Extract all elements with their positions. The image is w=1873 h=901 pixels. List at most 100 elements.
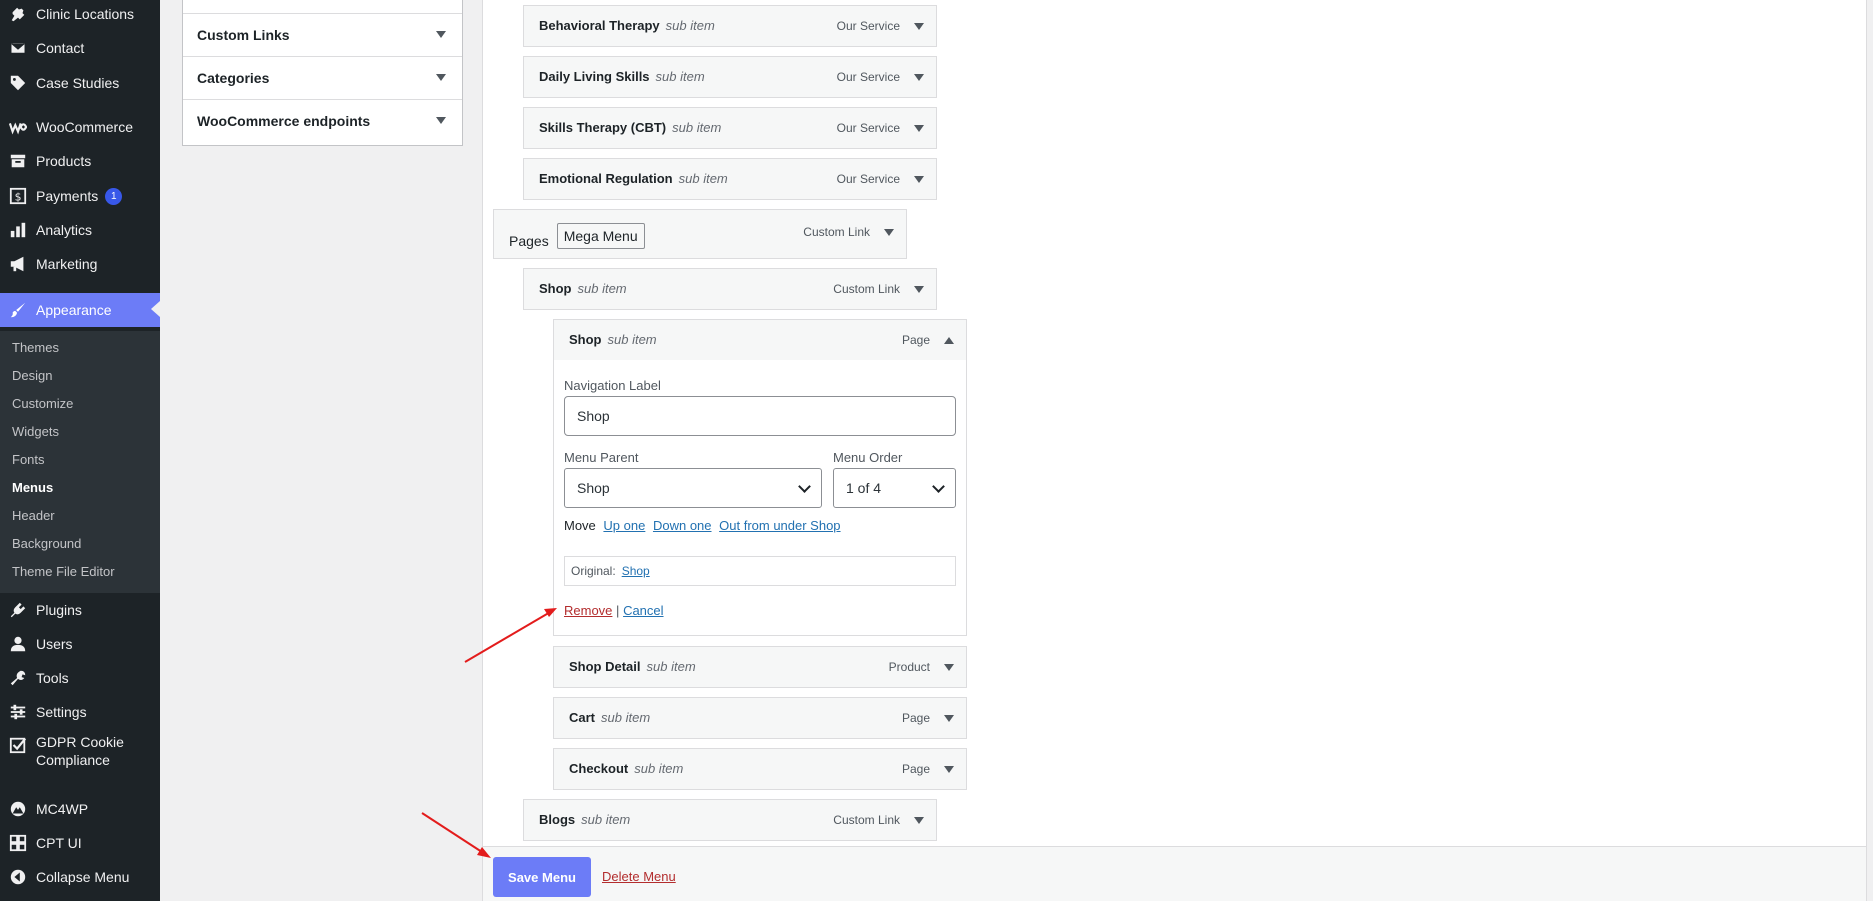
sidebar-item-label: Clinic Locations [36,6,135,22]
caret-down-icon[interactable] [914,817,924,824]
submenu-menus[interactable]: Menus [12,480,53,495]
submenu-widgets[interactable]: Widgets [12,424,59,439]
submenu-themes[interactable]: Themes [12,340,59,355]
accordion-custom-links[interactable]: Custom Links [183,13,462,56]
caret-down-icon[interactable] [914,176,924,183]
menu-item-subtitle: sub item [577,281,627,296]
sidebar-item-label: Case Studies [36,75,120,91]
menu-item-settings: Navigation Label Shop Menu Parent Shop M… [553,360,967,636]
menu-item-title: Blogs [539,812,576,827]
sidebar-item-cpt-ui[interactable]: CPT UI [0,827,160,859]
submenu-header[interactable]: Header [12,508,55,523]
menu-parent-label: Menu Parent [564,450,639,465]
sidebar-item-label: Marketing [36,256,98,272]
remove-link[interactable]: Remove [564,603,612,618]
original-link[interactable]: Shop [622,564,650,578]
admin-sidebar: Clinic Locations Contact Case Studies Wo… [0,0,160,901]
menu-item-type: Custom Link [833,282,900,296]
move-down-one-link[interactable]: Down one [653,518,712,533]
caret-down-icon[interactable] [944,664,954,671]
menu-item-pages[interactable]: Pages Mega Menu Custom Link [493,209,907,259]
menu-item-checkout[interactable]: Checkout sub item Page [553,748,967,790]
menu-item-subtitle: sub item [678,171,728,186]
sidebar-item-label: Collapse Menu [36,869,130,885]
menu-parent-select[interactable]: Shop [564,468,822,508]
accordion-title: Categories [197,70,270,86]
caret-down-icon[interactable] [944,715,954,722]
menu-item-type: Page [901,333,930,347]
move-label: Move [564,518,596,533]
navigation-label-label: Navigation Label [564,378,661,393]
sidebar-item-payments[interactable]: $ Payments 1 [0,180,160,212]
move-controls: Move Up one Down one Out from under Shop [564,518,841,533]
submenu-background[interactable]: Background [12,536,81,551]
menu-item-subtitle: sub item [634,761,684,776]
sidebar-item-case-studies[interactable]: Case Studies [0,67,160,99]
submenu-customize[interactable]: Customize [12,396,73,411]
menu-item-type: Our Service [836,121,900,135]
caret-down-icon[interactable] [914,23,924,30]
menu-item-shop-detail[interactable]: Shop Detail sub item Product [553,646,967,688]
sidebar-item-gdpr-cookie-compliance[interactable]: GDPR Cookie Compliance [0,733,160,777]
menu-item-skills-therapy[interactable]: Skills Therapy (CBT) sub item Our Service [523,107,937,149]
sidebar-item-contact[interactable]: Contact [0,32,160,64]
menu-item-blogs[interactable]: Blogs sub item Custom Link [523,799,937,841]
grid-icon [8,833,28,853]
submenu-design[interactable]: Design [12,368,52,383]
move-up-one-link[interactable]: Up one [603,518,645,533]
sidebar-item-settings[interactable]: Settings [0,696,160,728]
mega-menu-button[interactable]: Mega Menu [556,223,645,249]
caret-up-icon[interactable] [944,337,954,344]
caret-down-icon [436,31,446,38]
sidebar-item-plugins[interactable]: Plugins [0,594,160,626]
collapse-icon [8,867,28,887]
cancel-link[interactable]: Cancel [623,603,663,618]
caret-down-icon[interactable] [914,125,924,132]
sidebar-item-clinic-locations[interactable]: Clinic Locations [0,0,160,30]
sidebar-item-marketing[interactable]: Marketing [0,248,160,280]
caret-down-icon[interactable] [884,229,894,236]
submenu-fonts[interactable]: Fonts [12,452,45,467]
move-out-from-under-link[interactable]: Out from under Shop [719,518,840,533]
menu-item-cart[interactable]: Cart sub item Page [553,697,967,739]
menu-item-emotional-regulation[interactable]: Emotional Regulation sub item Our Service [523,158,937,200]
menu-order-select[interactable]: 1 of 4 [833,468,956,508]
caret-down-icon[interactable] [914,286,924,293]
menu-item-shop-page-expanded[interactable]: Shop sub item Page [553,319,967,361]
dollar-icon: $ [8,186,28,206]
save-menu-button[interactable]: Save Menu [493,857,591,897]
actions-separator: | [616,603,620,618]
sidebar-item-label: CPT UI [36,835,82,851]
user-icon [8,634,28,654]
menu-item-title: Shop [539,281,572,296]
sidebar-item-label: Plugins [36,602,82,618]
sidebar-item-products[interactable]: Products [0,145,160,177]
sidebar-item-tools[interactable]: Tools [0,662,160,694]
sidebar-item-label: WooCommerce [36,119,133,135]
sidebar-item-appearance[interactable]: Appearance [0,293,160,327]
menu-item-type: Our Service [836,19,900,33]
sidebar-item-mc4wp[interactable]: MC4WP [0,793,160,825]
accordion-woocommerce-endpoints[interactable]: WooCommerce endpoints [183,99,462,142]
plug-icon [8,600,28,620]
delete-menu-link[interactable]: Delete Menu [602,869,676,884]
sidebar-item-analytics[interactable]: Analytics [0,214,160,246]
annotation-arrow-save [421,812,491,858]
menu-item-behavioral-therapy[interactable]: Behavioral Therapy sub item Our Service [523,5,937,47]
accordion-categories[interactable]: Categories [183,56,462,99]
menu-item-subtitle: sub item [665,18,715,33]
caret-down-icon [436,117,446,124]
navigation-label-input[interactable]: Shop [564,396,956,436]
sidebar-item-woocommerce[interactable]: WooCommerce [0,111,160,143]
caret-down-icon[interactable] [944,766,954,773]
caret-down-icon [436,74,446,81]
pin-icon [8,4,28,24]
brush-icon [8,300,28,320]
caret-down-icon[interactable] [914,74,924,81]
menu-item-type: Custom Link [803,225,870,239]
menu-item-shop[interactable]: Shop sub item Custom Link [523,268,937,310]
menu-item-daily-living-skills[interactable]: Daily Living Skills sub item Our Service [523,56,937,98]
sidebar-item-users[interactable]: Users [0,628,160,660]
submenu-theme-file-editor[interactable]: Theme File Editor [12,564,115,579]
collapse-menu-button[interactable]: Collapse Menu [0,861,160,893]
